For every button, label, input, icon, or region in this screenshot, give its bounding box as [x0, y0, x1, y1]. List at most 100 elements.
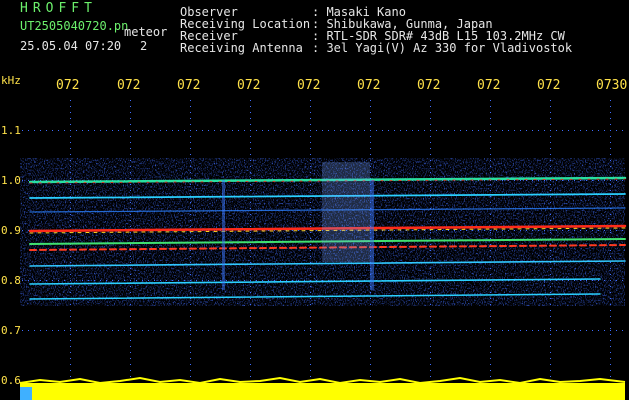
grid-dot	[430, 106, 431, 107]
grid-dot	[478, 330, 479, 331]
grid-dot	[376, 130, 377, 131]
grid-dot	[214, 330, 215, 331]
grid-dot	[592, 330, 593, 331]
grid-dot	[496, 130, 497, 131]
time-tick: 072	[357, 78, 381, 93]
grid-dot	[250, 310, 251, 311]
grid-dot	[136, 130, 137, 131]
grid-dot	[130, 322, 131, 323]
grid-dot	[418, 330, 419, 331]
grid-dot	[370, 142, 371, 143]
grid-dot	[70, 376, 71, 377]
grid-dot	[130, 124, 131, 125]
grid-dot	[508, 130, 509, 131]
grid-dot	[250, 340, 251, 341]
grid-dot	[490, 330, 491, 331]
grid-dot	[370, 364, 371, 365]
grid-dot	[370, 370, 371, 371]
grid-dot	[424, 130, 425, 131]
grid-dot	[64, 130, 65, 131]
grid-dot	[364, 130, 365, 131]
grid-dot	[430, 328, 431, 329]
grid-dot	[610, 130, 611, 131]
grid-dot	[490, 148, 491, 149]
grid-dot	[298, 330, 299, 331]
grid-dot	[490, 352, 491, 353]
app-title: HROFFT	[20, 1, 97, 16]
grid-dot	[70, 370, 71, 371]
grid-dot	[190, 346, 191, 347]
grid-dot	[250, 154, 251, 155]
grid-dot	[370, 118, 371, 119]
grid-dot	[244, 330, 245, 331]
grid-dot	[310, 330, 311, 331]
grid-dot	[310, 334, 311, 335]
grid-dot	[424, 330, 425, 331]
grid-dot	[610, 370, 611, 371]
grid-dot	[430, 322, 431, 323]
grid-dot	[130, 316, 131, 317]
grid-dot	[574, 130, 575, 131]
grid-dot	[70, 118, 71, 119]
grid-dot	[298, 130, 299, 131]
grid-dot	[436, 330, 437, 331]
grid-dot	[430, 358, 431, 359]
grid-dot	[178, 130, 179, 131]
grid-dot	[550, 358, 551, 359]
grid-dot	[430, 346, 431, 347]
grid-dot	[250, 124, 251, 125]
grid-dot	[280, 330, 281, 331]
grid-dot	[550, 322, 551, 323]
grid-dot	[358, 130, 359, 131]
grid-dot	[550, 136, 551, 137]
grid-dot	[490, 142, 491, 143]
grid-dot	[622, 330, 623, 331]
grid-dot	[130, 370, 131, 371]
grid-dot	[250, 358, 251, 359]
grid-dot	[586, 130, 587, 131]
grid-dot	[382, 330, 383, 331]
meteor-label: meteor	[124, 25, 168, 39]
grid-dot	[430, 340, 431, 341]
grid-dot	[202, 330, 203, 331]
grid-dot	[310, 100, 311, 101]
grid-dot	[580, 130, 581, 131]
grid-dot	[574, 330, 575, 331]
grid-dot	[472, 330, 473, 331]
grid-dot	[346, 330, 347, 331]
grid-dot	[70, 346, 71, 347]
grid-dot	[190, 142, 191, 143]
grid-dot	[130, 148, 131, 149]
grid-dot	[430, 148, 431, 149]
grid-dot	[52, 130, 53, 131]
grid-dot	[484, 130, 485, 131]
grid-dot	[430, 334, 431, 335]
grid-dot	[568, 130, 569, 131]
grid-dot	[406, 330, 407, 331]
grid-dot	[106, 130, 107, 131]
grid-dot	[250, 316, 251, 317]
grid-dot	[250, 148, 251, 149]
grid-dot	[592, 130, 593, 131]
grid-dot	[118, 130, 119, 131]
grid-dot	[154, 330, 155, 331]
grid-dot	[292, 330, 293, 331]
grid-dot	[610, 148, 611, 149]
grid-dot	[304, 330, 305, 331]
grid-dot	[370, 154, 371, 155]
grid-dot	[310, 310, 311, 311]
grid-dot	[490, 124, 491, 125]
grid-dot	[550, 118, 551, 119]
grid-dot	[598, 130, 599, 131]
grid-dot	[274, 330, 275, 331]
grid-dot	[610, 316, 611, 317]
grid-dot	[244, 130, 245, 131]
grid-dot	[490, 118, 491, 119]
grid-dot	[610, 112, 611, 113]
grid-dot	[370, 310, 371, 311]
grid-dot	[490, 358, 491, 359]
grid-dot	[250, 118, 251, 119]
grid-dot	[448, 330, 449, 331]
grid-dot	[610, 322, 611, 323]
grid-dot	[490, 154, 491, 155]
